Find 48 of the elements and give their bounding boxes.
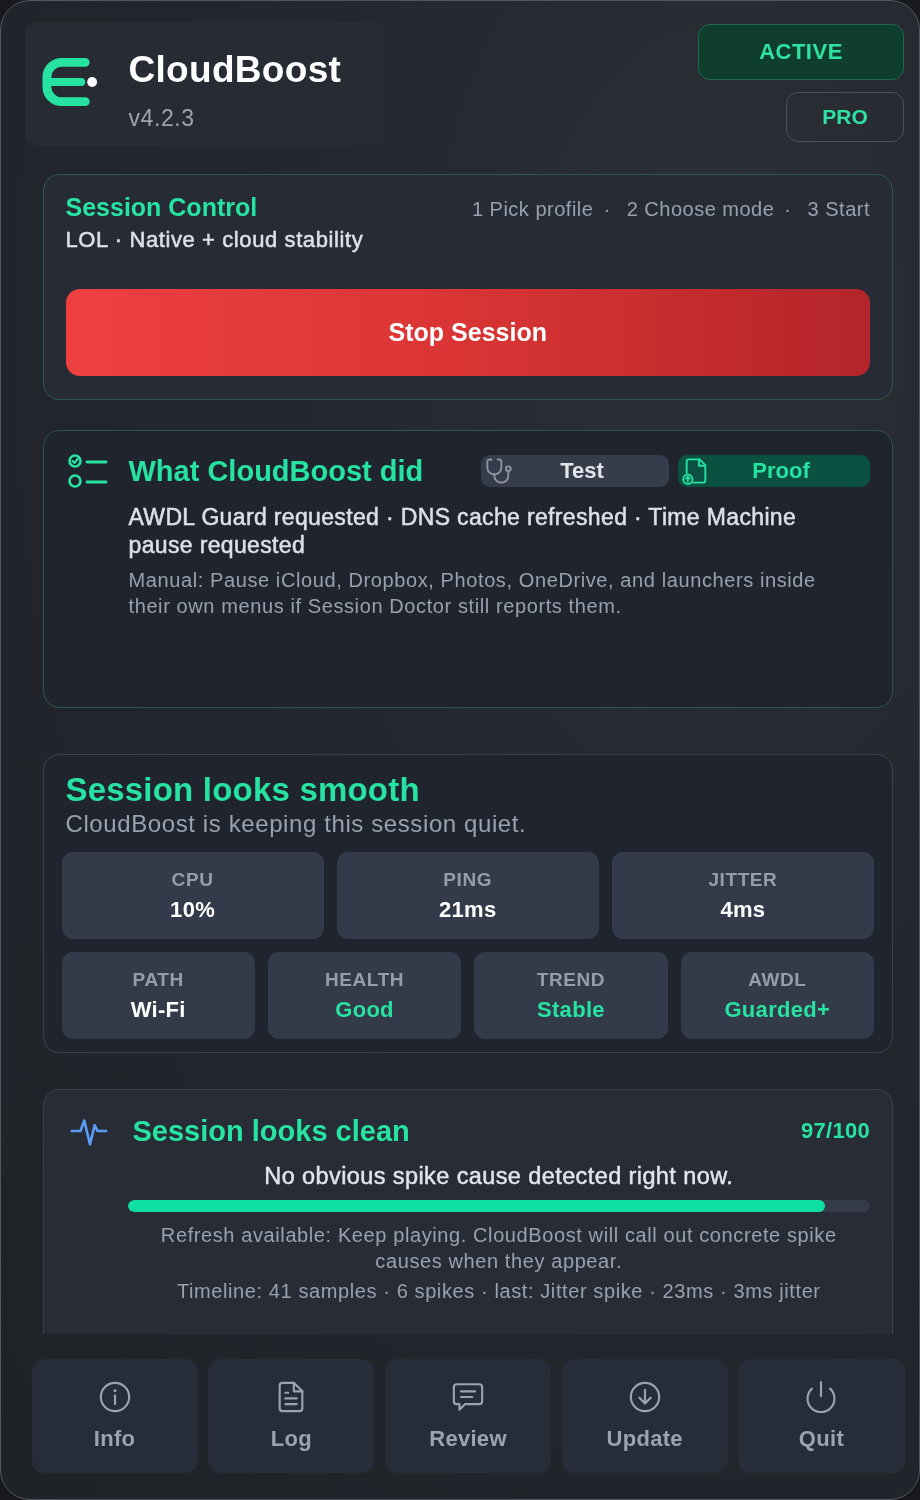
metric-label: PATH (132, 967, 184, 992)
diagnosis-detail: Refresh available: Keep playing. CloudBoost will call out concrete spike causes when they appear. (159, 1223, 838, 1274)
checklist-icon (67, 452, 108, 489)
metric-label: JITTER (708, 867, 778, 892)
card-subtitle: CloudBoost is keeping this session quiet. (65, 808, 528, 839)
step-separator: · (603, 197, 611, 220)
toolbar-button[interactable]: Log (208, 1358, 375, 1473)
metric-value: Guarded+ (724, 996, 831, 1023)
toolbar-button[interactable]: Info (31, 1358, 198, 1473)
toolbar-button[interactable]: Review (384, 1358, 552, 1473)
metric-label: CPU (171, 867, 214, 892)
step-label: 3 Start (807, 197, 870, 220)
score-label: 97/100 (800, 1118, 870, 1144)
timeline-summary: Timeline: 41 samples · 6 spikes · last: Jitter spike · 23ms · 3ms jitter (175, 1279, 822, 1304)
metric-value: 4ms (720, 896, 766, 923)
metric-value: 10% (170, 896, 216, 923)
card-title: What CloudBoost did (128, 453, 424, 489)
version-label: v4.2.3 (128, 103, 196, 132)
card-title: Session Control (65, 191, 258, 222)
step-separator: · (784, 197, 792, 220)
metric-label: PING (443, 867, 493, 892)
metric-label: HEALTH (324, 967, 405, 992)
metric-label: AWDL (748, 967, 807, 992)
card-title: Session looks clean (132, 1114, 410, 1149)
stop-session-button[interactable]: Stop Session (65, 288, 870, 376)
metric-value: Good (335, 996, 394, 1023)
card-title: Session looks smooth (65, 770, 421, 809)
logo-icon (41, 56, 99, 107)
action-tab[interactable]: Test (481, 454, 669, 487)
arrow-down-circle-icon (627, 1379, 662, 1414)
action-tab[interactable]: Proof (678, 454, 870, 487)
metric-value: 21ms (439, 896, 497, 923)
app-title: CloudBoost (128, 49, 342, 90)
actions-summary: AWDL Guard requested · DNS cache refreshed · Time Machine pause requested (128, 502, 798, 559)
plan-badge: PRO (786, 91, 904, 142)
step-label: 1 Pick profile (471, 197, 594, 220)
step-label: 2 Choose mode (626, 197, 775, 220)
toolbar-button[interactable]: Quit (738, 1358, 905, 1473)
stethoscope-icon (485, 456, 513, 485)
manual-note: Manual: Pause iCloud, Dropbox, Photos, OneDrive, and launchers inside their own menus if Session Doctor still reports them. (128, 567, 817, 619)
info-icon (97, 1379, 132, 1414)
status-badge: ACTIVE (698, 23, 904, 80)
diagnosis-headline: No obvious spike cause detected right now. (263, 1162, 735, 1190)
metric-value: Wi-Fi (130, 996, 186, 1023)
session-profile-label: LOL · Native + cloud stability (65, 225, 365, 254)
toolbar-button[interactable]: Update (561, 1358, 728, 1473)
metric-label: TREND (536, 967, 606, 992)
metric-value: Stable (537, 996, 605, 1023)
